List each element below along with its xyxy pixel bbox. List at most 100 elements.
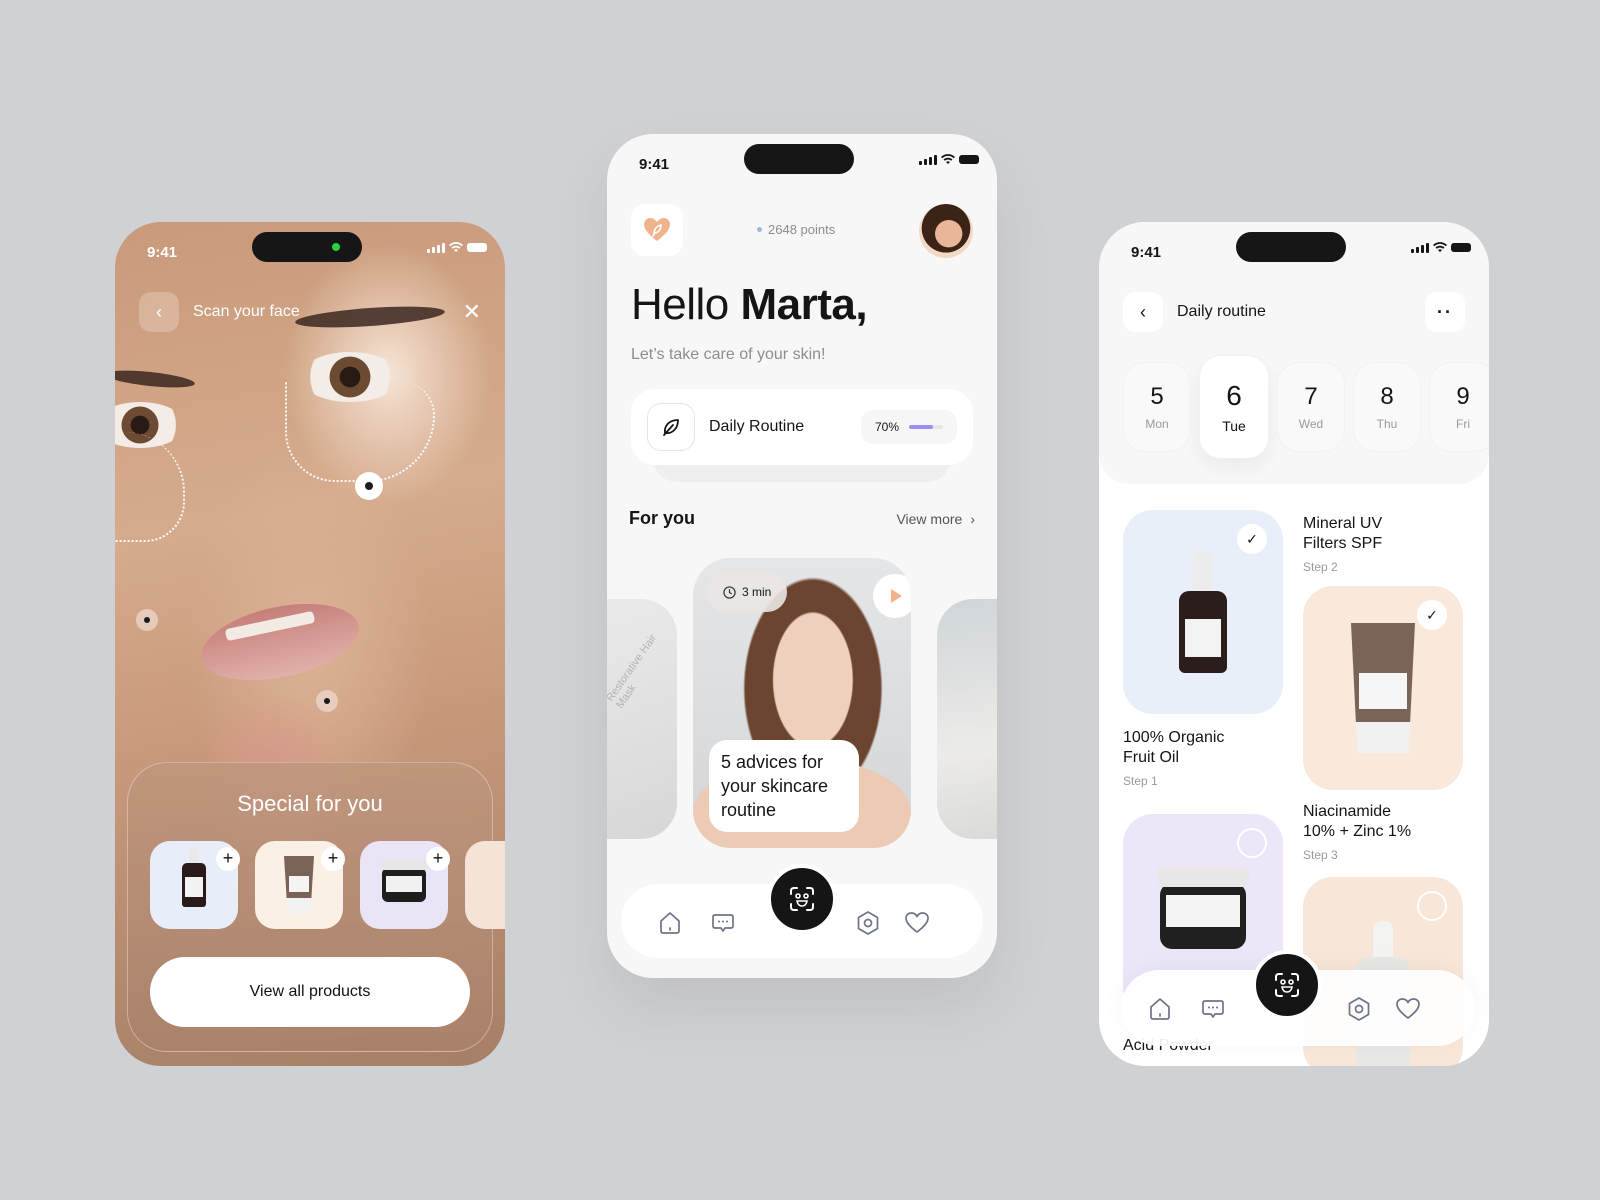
step-title-line: 10% + Zinc 1% bbox=[1303, 823, 1412, 840]
day-item[interactable]: 8 Thu bbox=[1353, 362, 1421, 452]
content-card-next[interactable] bbox=[937, 599, 997, 839]
routine-header: ‹ Daily routine ·· bbox=[1123, 292, 1465, 332]
back-button[interactable]: ‹ bbox=[1123, 292, 1163, 332]
step-label: Step 2 bbox=[1303, 560, 1338, 574]
status-time: 9:41 bbox=[1131, 244, 1162, 261]
unchecked-circle-icon[interactable] bbox=[1237, 828, 1267, 858]
user-name: Marta, bbox=[740, 280, 868, 329]
chevron-left-icon: ‹ bbox=[156, 301, 162, 322]
settings-icon[interactable] bbox=[855, 910, 881, 936]
unchecked-circle-icon[interactable] bbox=[1417, 891, 1447, 921]
view-more-link[interactable]: View more › bbox=[896, 511, 975, 527]
chevron-right-icon: › bbox=[970, 510, 975, 527]
day-weekday: Mon bbox=[1145, 417, 1169, 431]
face-scan-icon bbox=[1275, 973, 1300, 997]
progress-bar-fill bbox=[909, 425, 933, 429]
home-header: 2648 points bbox=[631, 204, 973, 258]
routine-step-card[interactable]: ✓ bbox=[1303, 586, 1463, 790]
product-carousel[interactable]: + + + bbox=[150, 841, 505, 929]
spf-tube-image bbox=[1351, 623, 1415, 753]
greeting-subtitle: Let’s take care of your skin! bbox=[631, 346, 826, 363]
status-time: 9:41 bbox=[147, 244, 178, 261]
day-number: 5 bbox=[1150, 383, 1164, 410]
for-you-title: For you bbox=[629, 508, 695, 528]
scan-zone-outline bbox=[115, 432, 185, 542]
acid-powder-jar-image bbox=[1157, 867, 1249, 949]
scan-header: ‹ Scan your face ✕ bbox=[139, 292, 481, 332]
more-dots-icon: ·· bbox=[1437, 301, 1453, 322]
step-label: Step 1 bbox=[1123, 774, 1158, 788]
product-thumb[interactable]: + bbox=[360, 841, 450, 929]
leaf-icon-box bbox=[647, 403, 695, 451]
clock-icon bbox=[723, 585, 736, 599]
sunscreen-tube-image bbox=[284, 856, 314, 914]
day-weekday: Thu bbox=[1376, 417, 1398, 431]
battery-icon bbox=[959, 155, 979, 164]
step-title-line: 100% Organic bbox=[1123, 729, 1225, 746]
plus-icon[interactable]: + bbox=[216, 847, 240, 871]
heart-leaf-logo-icon bbox=[644, 218, 670, 241]
home-icon[interactable] bbox=[1147, 996, 1173, 1022]
heart-icon[interactable] bbox=[904, 910, 930, 936]
scan-marker[interactable] bbox=[136, 609, 158, 631]
progress-percent: 70% bbox=[874, 420, 899, 434]
more-options-button[interactable]: ·· bbox=[1425, 292, 1465, 332]
settings-icon[interactable] bbox=[1346, 996, 1372, 1022]
check-icon[interactable]: ✓ bbox=[1417, 600, 1447, 630]
special-for-you-panel: Special for you + + + View all products bbox=[127, 762, 505, 1052]
face-scan-button[interactable] bbox=[767, 864, 837, 934]
avatar[interactable] bbox=[919, 204, 973, 258]
bottom-nav bbox=[1121, 950, 1475, 1046]
chat-icon[interactable] bbox=[1200, 996, 1226, 1022]
close-button[interactable]: ✕ bbox=[463, 299, 481, 325]
step-title-line: Mineral UV bbox=[1303, 515, 1383, 532]
app-logo[interactable] bbox=[631, 204, 683, 256]
day-number: 8 bbox=[1380, 383, 1394, 410]
content-card-previous[interactable]: Restorative Hair Mask bbox=[607, 599, 677, 839]
battery-icon bbox=[1451, 243, 1471, 252]
face-scan-button[interactable] bbox=[1252, 950, 1323, 1020]
check-icon[interactable]: ✓ bbox=[1237, 524, 1267, 554]
product-label-text: Restorative Hair Mask bbox=[607, 632, 660, 711]
dynamic-island bbox=[1236, 232, 1346, 262]
points-value: 2648 points bbox=[768, 222, 836, 237]
greeting-heading: Hello Marta, bbox=[631, 280, 868, 330]
video-card[interactable]: 3 min 5 advices for your skincare routin… bbox=[693, 558, 911, 848]
signal-icon bbox=[1411, 242, 1429, 253]
day-item[interactable]: 7 Wed bbox=[1277, 362, 1345, 452]
product-thumb[interactable]: + bbox=[150, 841, 240, 929]
scan-marker[interactable] bbox=[316, 690, 338, 712]
product-thumb[interactable]: + bbox=[255, 841, 345, 929]
scan-marker-active[interactable] bbox=[355, 472, 383, 500]
day-number: 7 bbox=[1304, 383, 1318, 410]
screen-title: Scan your face bbox=[193, 303, 300, 320]
daily-routine-card[interactable]: Daily Routine 70% bbox=[631, 389, 973, 465]
for-you-header: For you View more › bbox=[629, 508, 975, 529]
routine-step-card[interactable]: ✓ bbox=[1123, 510, 1283, 714]
day-item[interactable]: 9 Fri bbox=[1429, 362, 1489, 452]
day-number: 9 bbox=[1456, 383, 1470, 410]
back-button[interactable]: ‹ bbox=[139, 292, 179, 332]
view-all-products-button[interactable]: View all products bbox=[150, 957, 470, 1027]
day-weekday: Tue bbox=[1222, 418, 1246, 434]
video-caption: 5 advices for your skincare routine bbox=[709, 740, 859, 832]
heart-icon[interactable] bbox=[1395, 996, 1421, 1022]
day-item[interactable]: 5 Mon bbox=[1123, 362, 1191, 452]
routine-progress: 70% bbox=[860, 410, 957, 444]
home-icon[interactable] bbox=[657, 910, 683, 936]
chat-icon[interactable] bbox=[710, 910, 736, 936]
powder-jar-image bbox=[380, 860, 428, 902]
fruit-oil-bottle-image bbox=[1179, 551, 1227, 673]
product-thumb-partial[interactable] bbox=[465, 841, 505, 929]
battery-icon bbox=[467, 243, 487, 252]
home-screen: 9:41 2648 points Hello Marta, Let’s take… bbox=[607, 134, 997, 978]
step-title-line: Fruit Oil bbox=[1123, 749, 1179, 766]
plus-icon[interactable]: + bbox=[321, 847, 345, 871]
play-button[interactable] bbox=[873, 574, 911, 618]
day-item-selected[interactable]: 6 Tue bbox=[1199, 355, 1269, 459]
routine-label: Daily Routine bbox=[709, 418, 805, 435]
plus-icon[interactable]: + bbox=[426, 847, 450, 871]
step-title: Mineral UV Filters SPF bbox=[1303, 514, 1382, 554]
special-title: Special for you bbox=[237, 791, 383, 816]
step-title: 100% Organic Fruit Oil bbox=[1123, 728, 1224, 768]
